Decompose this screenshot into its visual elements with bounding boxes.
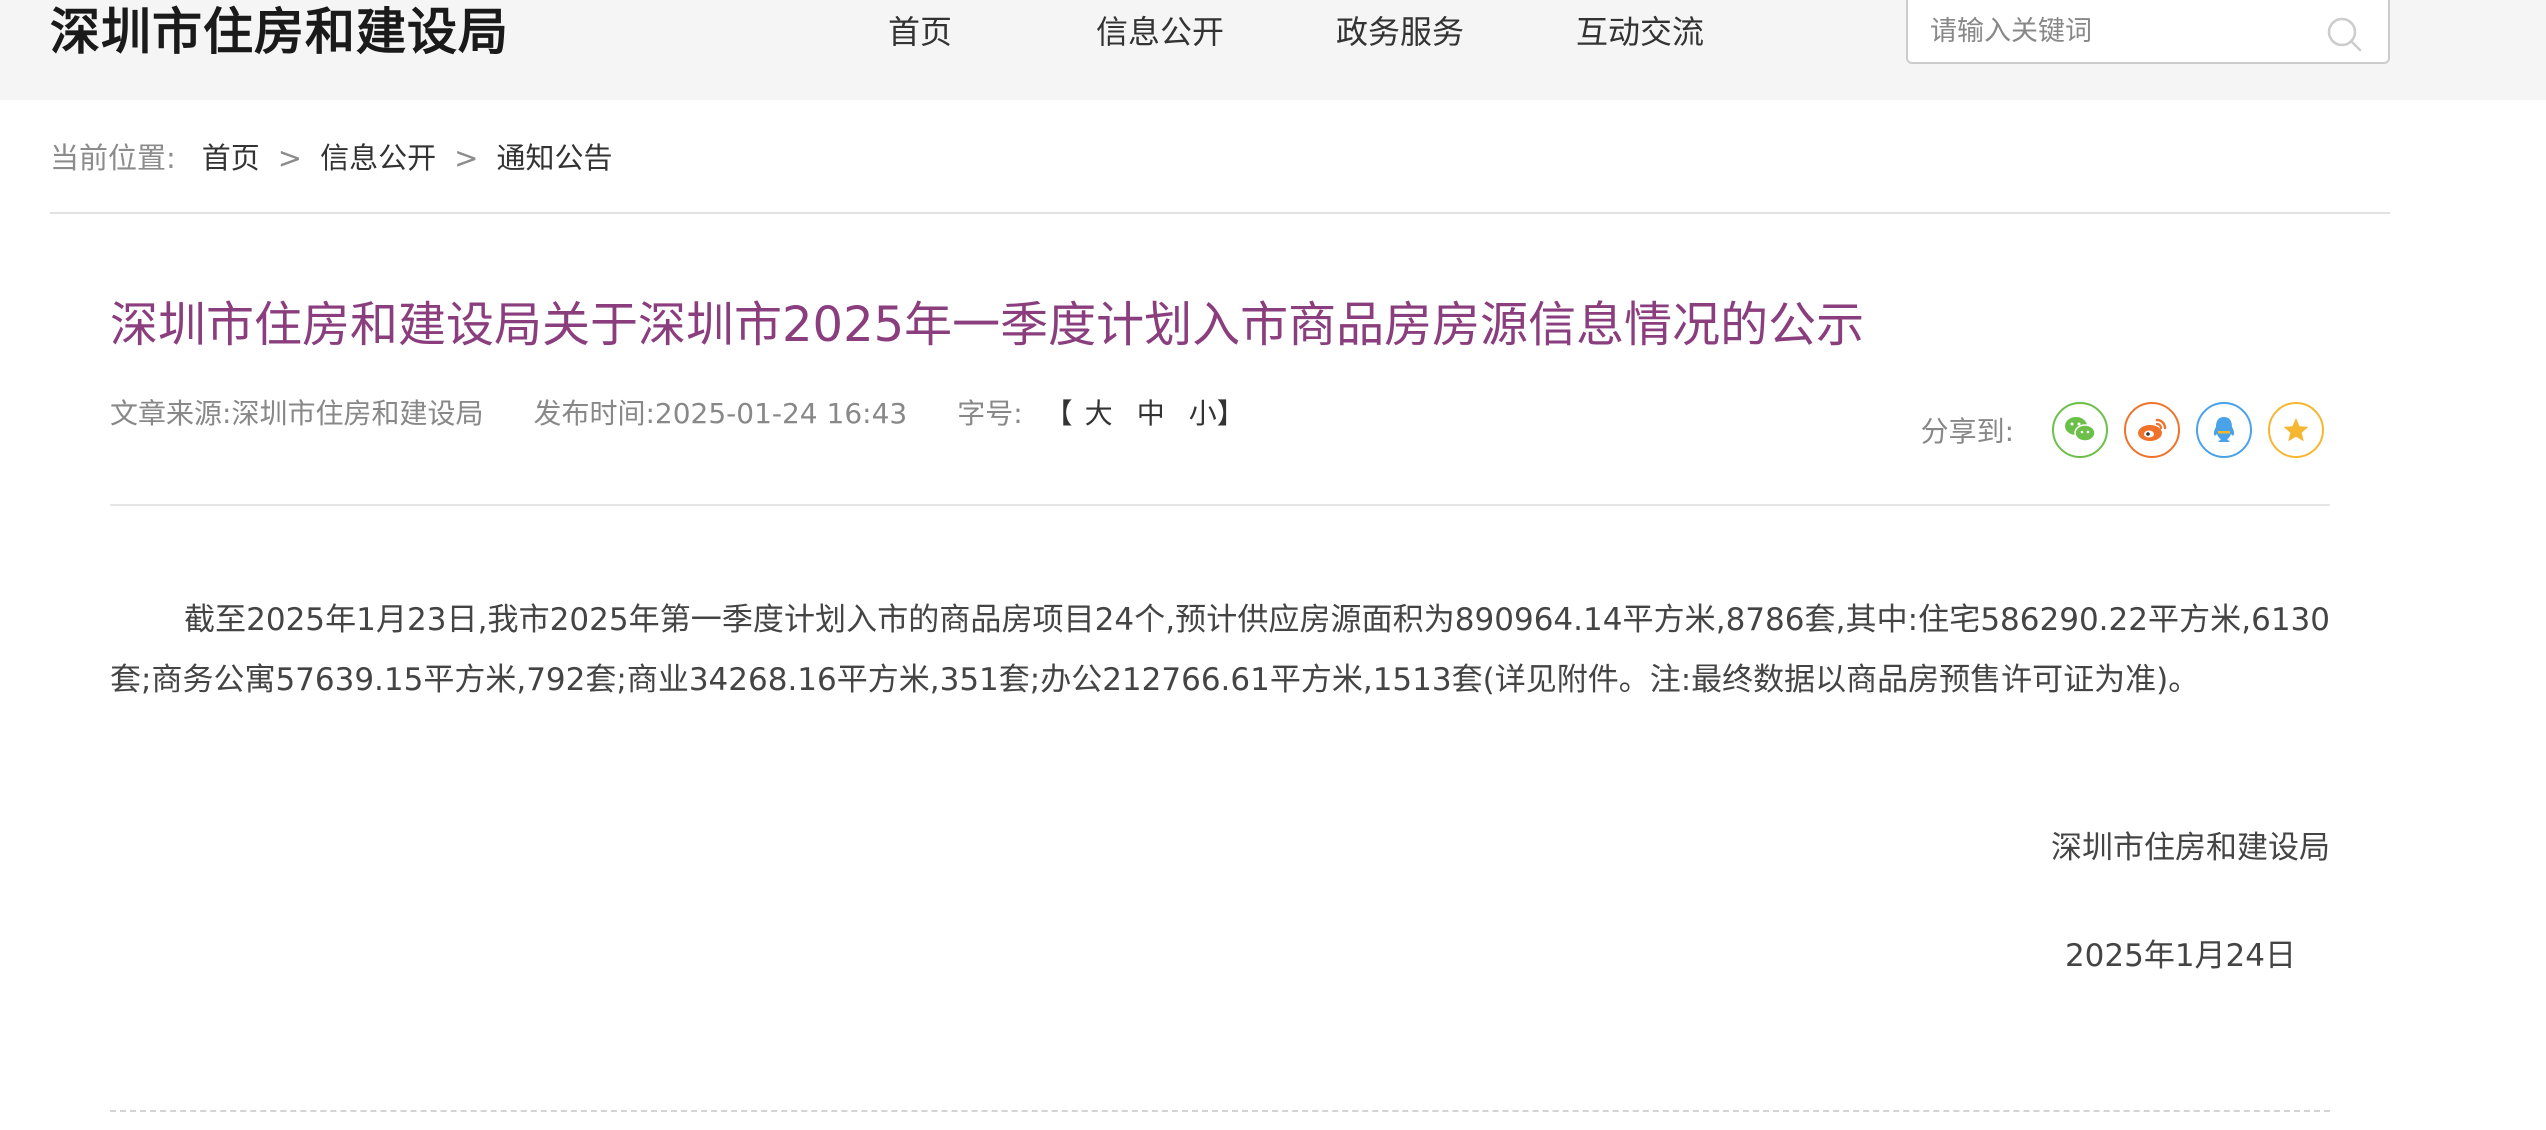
search-box — [1906, 0, 2390, 64]
search-icon[interactable] — [2324, 14, 2364, 54]
article-body-paragraph: 截至2025年1月23日,我市2025年第一季度计划入市的商品房项目24个,预计… — [110, 602, 2330, 698]
font-size-control: 字号: 【 大 中 小 】 — [957, 392, 1245, 436]
font-size-medium-button[interactable]: 中 — [1137, 392, 1165, 436]
bracket-close: 】 — [1216, 397, 1245, 430]
font-size-options: 【 大 中 小 】 — [1045, 392, 1245, 436]
article-signature: 深圳市住房和建设局 — [2051, 830, 2330, 866]
font-size-small-button[interactable]: 小 — [1189, 392, 1217, 436]
site-header: 深圳市住房和建设局 首页 信息公开 政务服务 互动交流 — [0, 0, 2546, 100]
nav-item-gov-services[interactable]: 政务服务 — [1280, 0, 1520, 64]
source-label: 文章来源: — [110, 397, 232, 430]
font-size-label: 字号: — [957, 397, 1023, 430]
breadcrumb-item-home[interactable]: 首页 — [202, 136, 260, 180]
share-bar: 分享到: — [1921, 400, 2324, 460]
publish-time-label: 发布时间: — [533, 397, 655, 430]
site-title[interactable]: 深圳市住房和建设局 — [50, 0, 509, 64]
share-label: 分享到: — [1920, 415, 2014, 448]
nav-item-info-disclosure[interactable]: 信息公开 — [1040, 0, 1280, 64]
article-title: 深圳市住房和建设局关于深圳市2025年一季度计划入市商品房房源信息情况的公示 — [110, 297, 1865, 353]
breadcrumb-divider — [50, 212, 2390, 214]
attachment-divider — [110, 1110, 2330, 1112]
weibo-icon[interactable] — [2124, 402, 2180, 458]
meta-divider — [110, 504, 2330, 506]
breadcrumb-separator: > — [454, 141, 479, 175]
breadcrumb-item-info-disclosure[interactable]: 信息公开 — [320, 136, 436, 180]
article-sign-date: 2025年1月24日 — [2064, 938, 2296, 974]
publish-time-value: 2025-01-24 16:43 — [654, 397, 908, 430]
nav-item-interaction[interactable]: 互动交流 — [1520, 0, 1760, 64]
source-value: 深圳市住房和建设局 — [231, 397, 484, 430]
breadcrumb: 当前位置: 首页 > 信息公开 > 通知公告 — [50, 136, 612, 180]
breadcrumb-item-notices[interactable]: 通知公告 — [496, 136, 612, 180]
breadcrumb-separator: > — [277, 141, 303, 175]
favorite-star-icon[interactable] — [2268, 402, 2324, 458]
main-nav: 首页 信息公开 政务服务 互动交流 — [800, 0, 1760, 64]
article-source: 文章来源: 深圳市住房和建设局 — [110, 392, 483, 436]
nav-item-home[interactable]: 首页 — [800, 0, 1040, 64]
font-size-large-button[interactable]: 大 — [1085, 392, 1113, 436]
breadcrumb-prefix: 当前位置: — [50, 141, 176, 175]
publish-time: 发布时间: 2025-01-24 16:43 — [533, 392, 907, 436]
wechat-icon[interactable] — [2052, 402, 2108, 458]
qq-icon[interactable] — [2196, 402, 2252, 458]
article-meta: 文章来源: 深圳市住房和建设局 发布时间: 2025-01-24 16:43 字… — [110, 392, 1295, 436]
search-input[interactable] — [1930, 0, 2310, 62]
bracket-open: 【 — [1044, 397, 1073, 430]
